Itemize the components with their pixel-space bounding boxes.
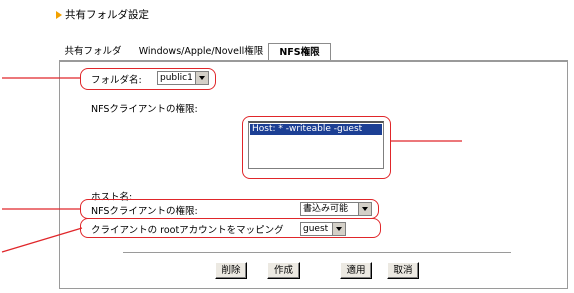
- callout-line-root: [1, 227, 83, 253]
- annotation-callout-lines: [1, 77, 462, 253]
